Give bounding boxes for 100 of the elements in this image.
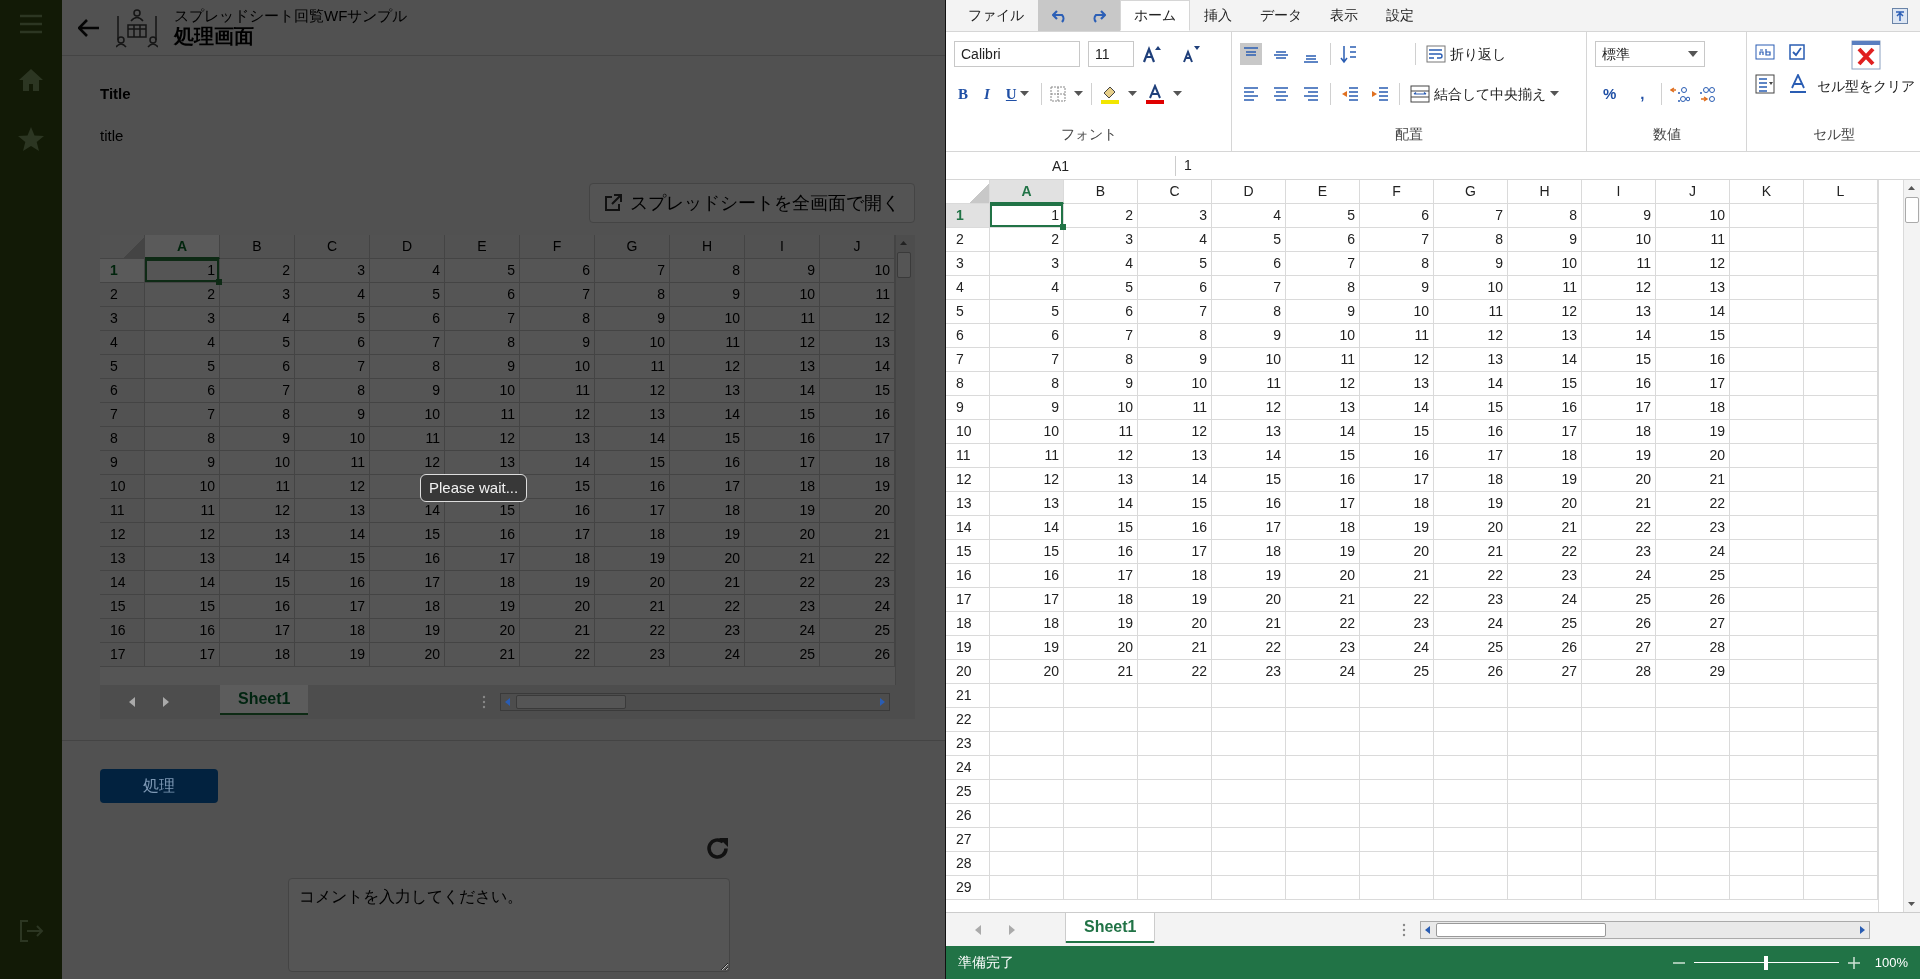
row-header[interactable]: 13 (946, 492, 990, 516)
previous-sheet-icon[interactable] (974, 924, 982, 935)
font-color-icon[interactable] (1144, 84, 1165, 104)
row-header[interactable]: 9 (946, 396, 990, 420)
column-header[interactable]: A (990, 180, 1064, 204)
row-header[interactable]: 1 (946, 204, 990, 228)
caret-icon[interactable] (1073, 91, 1083, 97)
sheet-tab[interactable]: Sheet1 (1066, 912, 1155, 943)
row-header[interactable]: 19 (946, 636, 990, 660)
row-header[interactable]: 26 (946, 804, 990, 828)
fill-color-icon[interactable] (1099, 84, 1120, 104)
row-header[interactable]: 22 (946, 708, 990, 732)
column-header[interactable]: G (1434, 180, 1508, 204)
row-header[interactable]: 27 (946, 828, 990, 852)
decrease-font-size-icon[interactable] (1182, 45, 1200, 63)
fill-handle[interactable] (1060, 224, 1066, 230)
zoom-in-icon[interactable] (1846, 955, 1861, 970)
row-header[interactable]: 29 (946, 876, 990, 900)
row-header[interactable]: 16 (946, 564, 990, 588)
row-header[interactable]: 28 (946, 852, 990, 876)
font-size-field[interactable]: 11 (1088, 41, 1134, 67)
formula-value[interactable]: 1 (1176, 155, 1192, 176)
back-arrow-icon[interactable] (78, 18, 100, 37)
list-cell-icon[interactable] (1755, 74, 1775, 94)
next-sheet-icon[interactable] (1008, 924, 1016, 935)
more-options-icon[interactable] (482, 695, 486, 709)
caret-icon[interactable] (1127, 91, 1137, 97)
column-header[interactable]: K (1730, 180, 1804, 204)
text-direction-icon[interactable] (1339, 44, 1359, 64)
column-header[interactable]: D (1212, 180, 1286, 204)
caret-icon[interactable] (1019, 91, 1029, 97)
column-header[interactable]: C (1138, 180, 1212, 204)
clear-cell-type-button[interactable]: セル型をクリア (1815, 40, 1917, 97)
horizontal-scrollbar[interactable] (500, 693, 890, 711)
fill-handle[interactable] (216, 279, 222, 285)
comment-field[interactable]: コメントを入力してください。 (288, 878, 730, 972)
column-header[interactable]: E (1286, 180, 1360, 204)
column-header[interactable]: L (1804, 180, 1878, 204)
row-header[interactable]: 15 (946, 540, 990, 564)
row-header[interactable]: 14 (946, 516, 990, 540)
format-button[interactable]: B (954, 82, 972, 106)
row-header[interactable]: 12 (946, 468, 990, 492)
refresh-icon[interactable] (705, 836, 730, 861)
menu-tab[interactable]: ファイル (954, 0, 1038, 31)
process-button[interactable]: 処理 (100, 769, 218, 803)
row-header[interactable]: 10 (946, 420, 990, 444)
caret-icon[interactable] (1172, 91, 1182, 97)
row-header[interactable]: 6 (946, 324, 990, 348)
menu-tab[interactable]: 表示 (1316, 0, 1372, 31)
row-header[interactable]: 7 (946, 348, 990, 372)
zoom-level[interactable]: 100% (1874, 952, 1908, 973)
row-header[interactable]: 11 (946, 444, 990, 468)
text-cell-icon[interactable] (1755, 44, 1775, 60)
star-icon[interactable] (17, 126, 45, 152)
row-header[interactable]: 20 (946, 660, 990, 684)
slider-thumb[interactable] (1764, 955, 1769, 970)
decrease-decimal-icon[interactable] (1697, 84, 1718, 104)
row-header[interactable]: 4 (946, 276, 990, 300)
row-header[interactable]: 3 (946, 252, 990, 276)
format-button[interactable]: I (980, 82, 994, 106)
undo-icon[interactable] (1052, 8, 1068, 23)
row-header[interactable]: 18 (946, 612, 990, 636)
column-header[interactable]: B (1064, 180, 1138, 204)
column-header[interactable]: J (1656, 180, 1730, 204)
scroll-thumb[interactable] (1905, 197, 1919, 223)
next-sheet-icon[interactable] (162, 697, 170, 707)
text-format-icon[interactable] (1789, 74, 1807, 94)
collapse-ribbon-icon[interactable] (1892, 7, 1908, 24)
number-format-select[interactable]: 標準 (1595, 41, 1705, 67)
column-header[interactable]: F (1360, 180, 1434, 204)
checkbox-icon[interactable] (1789, 44, 1805, 60)
vertical-scrollbar[interactable] (895, 235, 912, 685)
increase-decimal-icon[interactable] (1669, 84, 1690, 104)
borders-icon[interactable] (1049, 86, 1066, 102)
merge-center-button[interactable]: 結合して中央揃え (1408, 83, 1561, 105)
number-format-button[interactable]: , (1632, 82, 1653, 106)
number-format-button[interactable]: % (1595, 82, 1625, 106)
row-header[interactable]: 25 (946, 780, 990, 804)
row-header[interactable]: 2 (946, 228, 990, 252)
row-header[interactable]: 23 (946, 732, 990, 756)
name-box[interactable]: A1 (946, 155, 1176, 176)
dropdown-caret-icon[interactable] (1688, 51, 1698, 57)
scroll-thumb[interactable] (897, 252, 911, 278)
format-button[interactable]: U (1001, 82, 1033, 106)
font-name-field[interactable]: Calibri (954, 41, 1080, 67)
scroll-thumb[interactable] (1436, 922, 1606, 937)
row-header[interactable]: 17 (946, 588, 990, 612)
vertical-align-icon[interactable] (1240, 43, 1262, 65)
row-header[interactable]: 8 (946, 372, 990, 396)
horizontal-scrollbar[interactable] (1420, 920, 1870, 939)
redo-icon[interactable] (1090, 8, 1106, 23)
menu-tab[interactable]: ホーム (1120, 0, 1190, 31)
row-header[interactable]: 24 (946, 756, 990, 780)
row-header[interactable]: 21 (946, 684, 990, 708)
menu-tab[interactable]: 挿入 (1190, 0, 1246, 31)
column-header[interactable]: I (1582, 180, 1656, 204)
previous-sheet-icon[interactable] (128, 697, 136, 707)
wrap-text-button[interactable]: 折り返し (1424, 43, 1508, 65)
row-header[interactable]: 5 (946, 300, 990, 324)
scroll-thumb[interactable] (516, 695, 626, 709)
